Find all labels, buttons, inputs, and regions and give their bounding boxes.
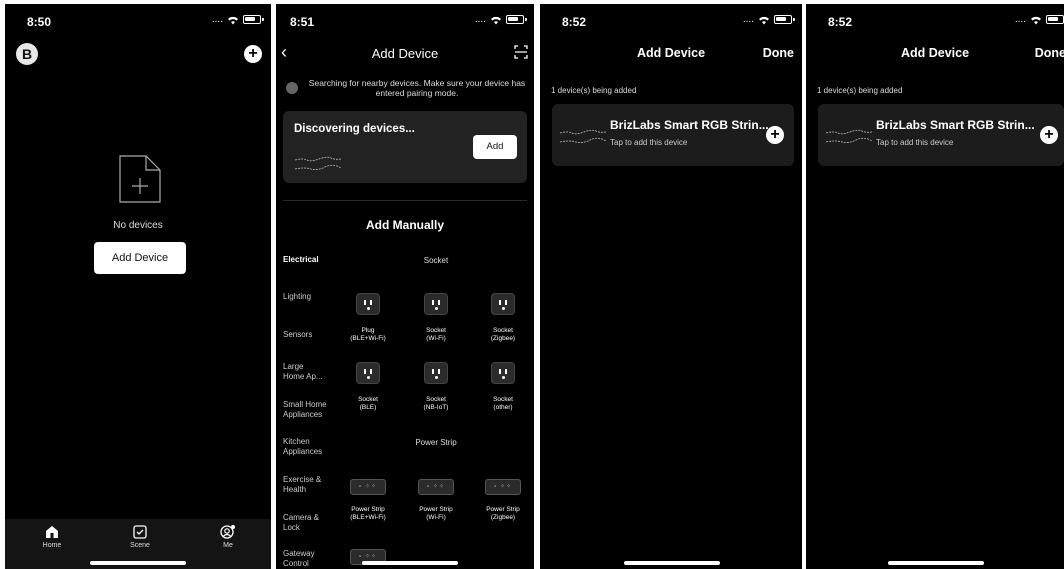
add-device-plus-icon[interactable]: + bbox=[1040, 126, 1058, 144]
wifi-icon bbox=[1031, 16, 1041, 24]
add-device-plus-icon[interactable]: + bbox=[766, 126, 784, 144]
adding-count-text: 1 device(s) being added bbox=[551, 86, 637, 95]
category-electrical[interactable]: Electrical bbox=[283, 255, 319, 265]
status-time: 8:51 bbox=[290, 15, 315, 29]
device-label[interactable]: Socket (NB-IoT) bbox=[406, 396, 466, 412]
wifi-icon bbox=[759, 16, 769, 24]
signal-dots: .... bbox=[742, 14, 754, 25]
light-strip-thumbnail bbox=[294, 156, 342, 171]
wifi-icon bbox=[228, 16, 238, 24]
loading-spinner-icon bbox=[286, 82, 298, 94]
socket-icon[interactable] bbox=[424, 362, 448, 384]
socket-icon[interactable] bbox=[356, 362, 380, 384]
signal-dots: .... bbox=[211, 14, 223, 25]
home-indicator bbox=[624, 561, 720, 565]
device-label[interactable]: Plug (BLE+Wi-Fi) bbox=[338, 327, 398, 343]
home-screen: 8:50 .... B + No devices Add Device Home… bbox=[5, 4, 271, 569]
socket-icon[interactable] bbox=[424, 293, 448, 315]
add-device-screen: 8:51 .... ‹ Add Device Searching for nea… bbox=[276, 4, 534, 569]
category-camera[interactable]: Camera & Lock bbox=[283, 513, 323, 533]
device-label[interactable]: Socket (Zigbee) bbox=[473, 327, 533, 343]
signal-dots: .... bbox=[1014, 14, 1026, 25]
device-label[interactable]: Socket (BLE) bbox=[338, 396, 398, 412]
tab-scene[interactable]: Scene bbox=[115, 525, 165, 549]
socket-icon[interactable] bbox=[491, 362, 515, 384]
app-logo[interactable]: B bbox=[16, 43, 38, 65]
scan-icon[interactable] bbox=[514, 45, 528, 59]
category-lighting[interactable]: Lighting bbox=[283, 292, 311, 302]
home-indicator bbox=[888, 561, 984, 565]
discovering-title: Discovering devices... bbox=[294, 123, 415, 135]
home-icon bbox=[46, 526, 58, 538]
add-manually-title: Add Manually bbox=[365, 218, 444, 232]
power-strip-icon[interactable]: ▫ ⁘⁘ bbox=[418, 479, 454, 495]
power-strip-group-title: Power Strip bbox=[415, 438, 457, 447]
category-kitchen[interactable]: Kitchen Appliances bbox=[283, 437, 331, 457]
empty-state-text: No devices bbox=[113, 220, 163, 231]
battery-icon bbox=[243, 15, 264, 24]
device-card[interactable]: BrizLabs Smart RGB Strin... Tap to add t… bbox=[552, 104, 794, 166]
status-bar: 8:52 .... bbox=[540, 4, 802, 34]
device-label[interactable]: Power Strip (BLE+Wi-Fi) bbox=[338, 506, 398, 522]
battery-icon bbox=[1046, 15, 1064, 24]
device-label[interactable]: Socket (Wi-Fi) bbox=[406, 327, 466, 343]
category-large-home[interactable]: Large Home Ap... bbox=[283, 362, 323, 382]
page-title: Add Device bbox=[900, 46, 970, 60]
me-icon bbox=[220, 525, 235, 539]
power-strip-icon[interactable]: ▫ ⁘⁘ bbox=[485, 479, 521, 495]
divider bbox=[283, 200, 527, 201]
device-label[interactable]: Power Strip (Zigbee) bbox=[473, 506, 533, 522]
device-found-screen: 8:52 .... Add Device Done 1 device(s) be… bbox=[540, 4, 802, 569]
category-gateway[interactable]: Gateway Control bbox=[283, 549, 323, 569]
socket-icon[interactable] bbox=[356, 293, 380, 315]
category-exercise[interactable]: Exercise & Health bbox=[283, 475, 323, 495]
light-strip-thumbnail bbox=[559, 129, 607, 144]
discovering-card: Discovering devices... Add bbox=[283, 111, 527, 183]
device-label[interactable]: Socket (other) bbox=[473, 396, 533, 412]
search-hint: Searching for nearby devices. Make sure … bbox=[284, 78, 528, 98]
socket-group-title: Socket bbox=[423, 256, 449, 265]
wifi-icon bbox=[491, 16, 501, 24]
status-bar: 8:51 .... bbox=[276, 4, 534, 34]
home-indicator bbox=[90, 561, 186, 565]
add-icon[interactable]: + bbox=[244, 45, 262, 63]
device-hint: Tap to add this device bbox=[610, 138, 688, 147]
add-device-button[interactable]: Add Device bbox=[94, 242, 186, 274]
category-sensors[interactable]: Sensors bbox=[283, 330, 312, 340]
empty-document-icon bbox=[119, 155, 161, 203]
scene-icon bbox=[133, 525, 147, 539]
tab-me[interactable]: Me bbox=[203, 525, 253, 549]
device-label[interactable]: Power Strip (Wi-Fi) bbox=[406, 506, 466, 522]
power-strip-icon[interactable]: ▫ ⁘⁘ bbox=[350, 479, 386, 495]
discover-add-button[interactable]: Add bbox=[473, 135, 517, 159]
device-name: BrizLabs Smart RGB Strin... bbox=[610, 118, 769, 132]
home-indicator bbox=[362, 561, 458, 565]
done-button[interactable]: Done bbox=[763, 46, 794, 60]
tab-home[interactable]: Home bbox=[27, 525, 77, 549]
battery-icon bbox=[774, 15, 795, 24]
status-bar: 8:52 .... bbox=[806, 4, 1064, 34]
done-button[interactable]: Done bbox=[1035, 46, 1064, 60]
device-card[interactable]: BrizLabs Smart RGB Strin... Tap to add t… bbox=[818, 104, 1064, 166]
category-small-home[interactable]: Small Home Appliances bbox=[283, 400, 333, 420]
signal-dots: .... bbox=[474, 14, 486, 25]
status-bar: 8:50 .... bbox=[5, 4, 271, 34]
device-name: BrizLabs Smart RGB Strin... bbox=[876, 118, 1035, 132]
light-strip-thumbnail bbox=[825, 129, 873, 144]
device-hint: Tap to add this device bbox=[876, 138, 954, 147]
page-title: Add Device bbox=[371, 46, 439, 61]
status-time: 8:52 bbox=[562, 15, 587, 29]
device-found-screen-2: 8:52 .... Add Device Done 1 device(s) be… bbox=[806, 4, 1064, 569]
battery-icon bbox=[506, 15, 527, 24]
status-time: 8:50 bbox=[27, 15, 52, 29]
status-time: 8:52 bbox=[828, 15, 853, 29]
adding-count-text: 1 device(s) being added bbox=[817, 86, 903, 95]
socket-icon[interactable] bbox=[491, 293, 515, 315]
